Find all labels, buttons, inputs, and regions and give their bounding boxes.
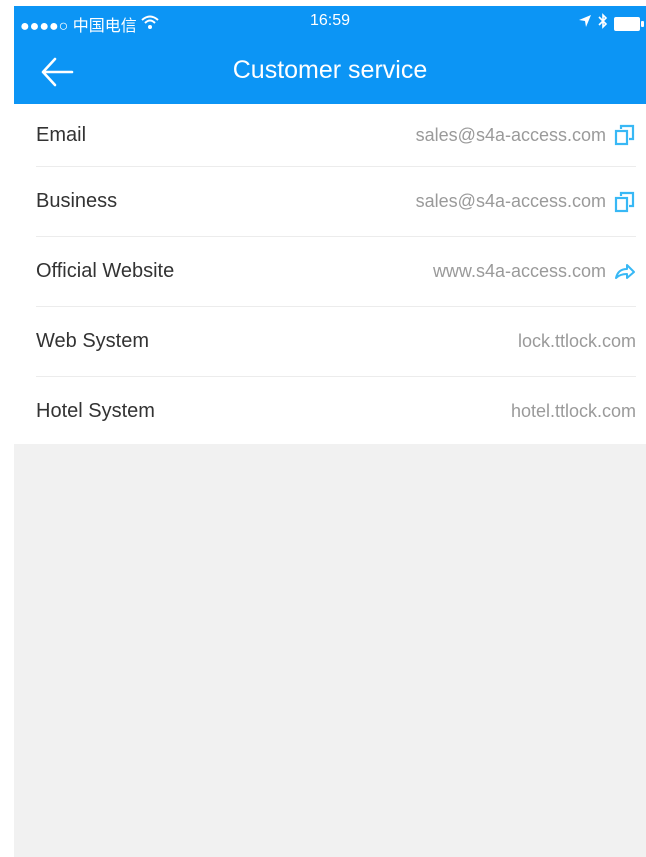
list-item-web-system[interactable]: Web System lock.ttlock.com [36, 307, 636, 377]
nav-bar: Customer service [14, 38, 646, 104]
list-item-official-website[interactable]: Official Website www.s4a-access.com [36, 237, 636, 307]
status-icons [578, 13, 644, 34]
list-item-email[interactable]: Email sales@s4a-access.com [36, 104, 636, 167]
bluetooth-icon [598, 13, 608, 34]
item-label: Official Website [36, 260, 175, 282]
battery-icon [614, 16, 644, 31]
copy-icon[interactable] [614, 124, 636, 146]
list-item-hotel-system[interactable]: Hotel System hotel.ttlock.com [36, 377, 636, 446]
item-value: sales@s4a-access.com [415, 124, 606, 145]
item-label: Email [36, 123, 87, 146]
status-time: 16:59 [309, 12, 351, 29]
share-icon[interactable] [614, 261, 636, 283]
status-bar: ●●●●○ 中国电信 16:59 [14, 6, 646, 38]
item-value: www.s4a-access.com [432, 261, 606, 281]
contact-list: Email sales@s4a-access.com Business sale… [14, 104, 646, 444]
item-label: Hotel System [36, 400, 155, 422]
item-value: sales@s4a-access.com [415, 191, 606, 211]
item-label: Web System [36, 330, 149, 352]
copy-icon[interactable] [614, 191, 636, 213]
item-label: Business [36, 190, 118, 212]
list-item-business[interactable]: Business sales@s4a-access.com [36, 167, 636, 237]
page-title: Customer service [232, 56, 428, 84]
item-value: hotel.ttlock.com [510, 401, 636, 421]
location-icon [578, 14, 592, 33]
app-screen: ●●●●○ 中国电信 16:59 Customer service Email … [14, 6, 646, 857]
item-value: lock.ttlock.com [517, 331, 636, 351]
